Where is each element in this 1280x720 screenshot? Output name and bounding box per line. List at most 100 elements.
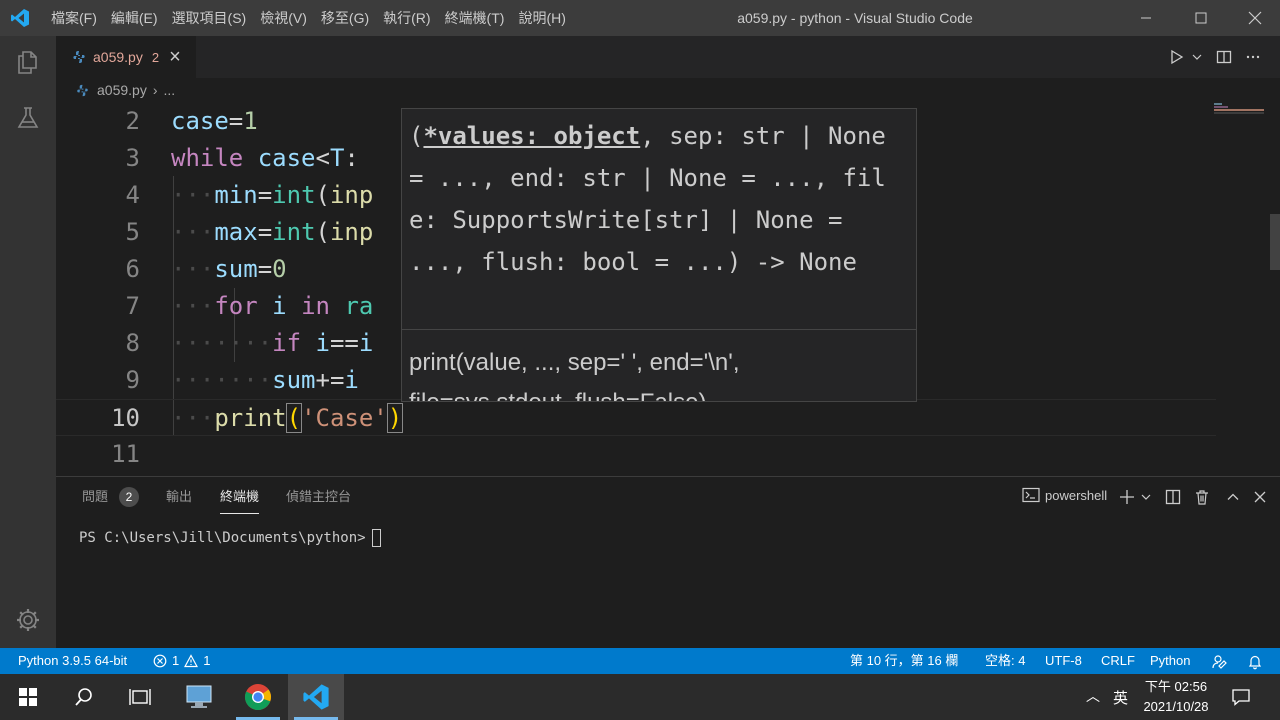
python-interpreter[interactable]: Python 3.9.5 64-bit — [18, 648, 127, 674]
maximize-panel-button[interactable] — [1222, 486, 1244, 508]
signature-hover: (*values: object, sep: str | None = ...,… — [401, 108, 917, 402]
token: i — [315, 329, 330, 357]
whitespace-dots: ··· — [171, 181, 215, 209]
code-text: ···max=int(inp — [171, 214, 373, 251]
menu-edit[interactable]: 編輯(E) — [104, 0, 165, 36]
token: inp — [329, 181, 374, 209]
code-text: ·······sum+=i — [171, 362, 359, 399]
problems-count-badge: 2 — [119, 487, 139, 507]
action-center-button[interactable] — [1216, 674, 1266, 720]
error-count: 1 — [172, 653, 180, 668]
whitespace-dots: ··· — [171, 255, 215, 283]
breadcrumb-more[interactable]: ... — [164, 82, 176, 98]
code-text: case=1 — [171, 103, 258, 140]
tab-a059-py[interactable]: a059.py 2 × — [56, 36, 196, 78]
run-dropdown-button[interactable] — [1186, 46, 1208, 68]
whitespace-dots: ··· — [171, 218, 215, 246]
kill-terminal-button[interactable] — [1191, 486, 1213, 508]
tab-debug-console[interactable]: 偵錯主控台 — [286, 489, 351, 505]
more-actions-button[interactable] — [1242, 46, 1264, 68]
remote-desktop-icon — [186, 685, 212, 708]
token: 'Case' — [301, 404, 388, 432]
split-editor-icon — [1216, 50, 1232, 64]
tab-close-button[interactable]: × — [169, 47, 181, 67]
testing-icon[interactable] — [14, 104, 42, 132]
close-window-button[interactable] — [1228, 0, 1280, 36]
system-clock[interactable]: 下午 02:56 2021/10/28 — [1128, 677, 1224, 717]
close-icon — [1248, 11, 1262, 25]
line-number: 6 — [125, 255, 140, 283]
token: max — [214, 218, 258, 246]
explorer-icon[interactable] — [14, 48, 42, 76]
token: ( — [315, 218, 330, 246]
menu-bar: 檔案(F) 編輯(E) 選取項目(S) 檢視(V) 移至(G) 執行(R) 終端… — [44, 0, 573, 36]
token: 1 — [243, 107, 258, 135]
start-button[interactable] — [0, 674, 56, 720]
menu-run[interactable]: 執行(R) — [376, 0, 437, 36]
line-number: 11 — [111, 440, 140, 468]
encoding[interactable]: UTF-8 — [1045, 648, 1082, 674]
terminal-output[interactable]: PS C:\Users\Jill\Documents\python> — [79, 529, 381, 547]
more-icon — [1246, 55, 1260, 59]
taskbar-app-chrome[interactable] — [230, 674, 286, 720]
tab-problems[interactable]: 問題 — [82, 489, 108, 505]
code-text: while case<T: — [171, 140, 359, 177]
tray-overflow-chevron[interactable]: ︿ — [1086, 686, 1100, 706]
terminal-dropdown-button[interactable] — [1135, 486, 1157, 508]
menu-file[interactable]: 檔案(F) — [44, 0, 104, 36]
menu-go[interactable]: 移至(G) — [314, 0, 376, 36]
close-panel-button[interactable] — [1249, 486, 1271, 508]
input-method-indicator[interactable]: 英 — [1113, 687, 1128, 708]
token: i — [358, 329, 374, 357]
tab-problem-count: 2 — [151, 49, 160, 65]
problems-status[interactable]: 1 1 — [153, 648, 210, 674]
chevron-down-icon — [1192, 54, 1202, 60]
tab-terminal[interactable]: 終端機 — [220, 489, 260, 514]
signature-open-paren: ( — [409, 122, 424, 150]
tab-label: a059.py — [93, 49, 143, 65]
menu-terminal[interactable]: 終端機(T) — [438, 0, 512, 36]
vscode-logo-icon — [11, 9, 29, 27]
indentation[interactable]: 空格: 4 — [985, 648, 1025, 674]
vertical-scrollbar[interactable] — [1270, 214, 1280, 270]
taskbar: ︿ 英 下午 02:56 2021/10/28 — [0, 674, 1280, 720]
menu-selection[interactable]: 選取項目(S) — [165, 0, 254, 36]
token: int — [272, 181, 316, 209]
search-button[interactable] — [56, 674, 112, 720]
minimize-button[interactable] — [1119, 0, 1173, 36]
end-of-line[interactable]: CRLF — [1101, 648, 1135, 674]
menu-help[interactable]: 說明(H) — [511, 0, 572, 36]
task-view-button[interactable] — [112, 674, 168, 720]
windows-start-icon — [19, 688, 37, 706]
tab-bar: a059.py 2 × — [56, 36, 1280, 78]
line-number: 2 — [125, 107, 140, 135]
split-editor-button[interactable] — [1213, 46, 1235, 68]
minimap[interactable] — [1214, 102, 1264, 122]
tab-output[interactable]: 輸出 — [166, 489, 192, 505]
trash-icon — [1196, 490, 1208, 505]
terminal-selector[interactable]: powershell — [1022, 487, 1107, 503]
cursor-position[interactable]: 第 10 行，第 16 欄 — [850, 648, 958, 674]
doc-line: print(value, ..., sep=' ', end='\n', — [409, 349, 740, 376]
clock-date: 2021/10/28 — [1143, 699, 1209, 714]
taskbar-app-remote-desktop[interactable] — [172, 674, 228, 720]
maximize-button[interactable] — [1174, 0, 1228, 36]
token: print — [214, 404, 287, 432]
breadcrumb-file[interactable]: a059.py — [97, 82, 147, 98]
menu-view[interactable]: 檢視(V) — [253, 0, 314, 36]
split-terminal-button[interactable] — [1162, 486, 1184, 508]
doc-line: file=sys.stdout, flush=False) — [409, 383, 909, 401]
token: 0 — [272, 255, 287, 283]
code-text: ···sum=0 — [171, 251, 287, 288]
token: case — [171, 107, 229, 135]
status-bar: Python 3.9.5 64-bit 1 1 第 10 行，第 16 欄 空格… — [0, 648, 1280, 674]
chevron-down-icon — [1141, 494, 1151, 500]
bell-icon — [1248, 655, 1262, 670]
token: T — [329, 144, 345, 172]
gear-icon[interactable] — [14, 606, 42, 634]
taskbar-app-vscode[interactable] — [288, 674, 344, 720]
run-button[interactable] — [1166, 46, 1188, 68]
language-mode[interactable]: Python — [1150, 648, 1190, 674]
